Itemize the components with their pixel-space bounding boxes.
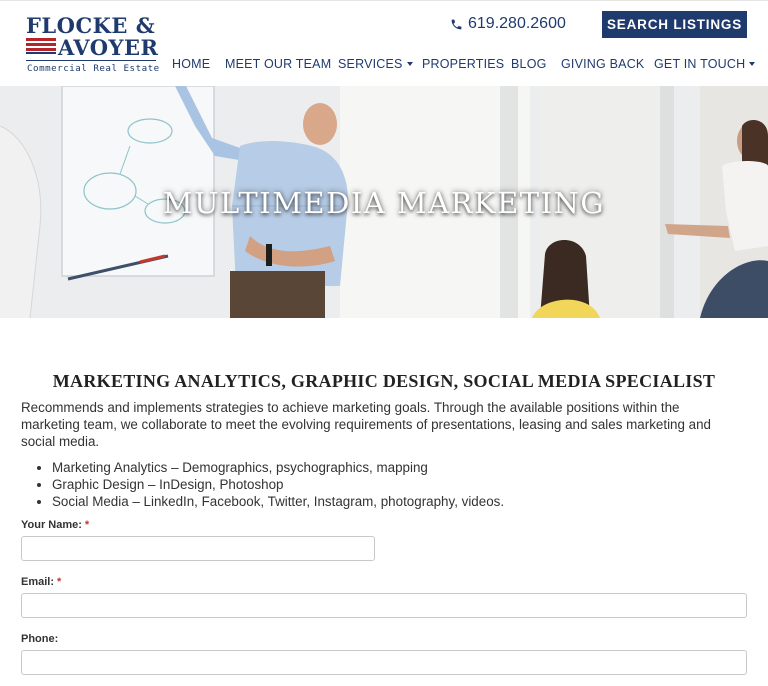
phone-icon	[451, 19, 462, 29]
required-marker: *	[84, 519, 90, 531]
phone-number: 619.280.2600	[468, 15, 566, 32]
intro-paragraph: Recommends and implements strategies to …	[21, 400, 711, 449]
services-list: Marketing Analytics – Demographics, psyc…	[37, 459, 742, 510]
nav-item-services-label: SERVICES	[338, 57, 403, 71]
list-item: Social Media – LinkedIn, Facebook, Twitt…	[37, 493, 742, 510]
section-heading: MARKETING ANALYTICS, GRAPHIC DESIGN, SOC…	[52, 371, 716, 391]
phone-field-label: Phone:	[21, 633, 58, 645]
main-nav: HOME MEET OUR TEAM SERVICES PROPERTIES B…	[0, 57, 768, 73]
email-field[interactable]	[21, 593, 747, 618]
name-field-label: Your Name: *	[21, 519, 89, 531]
chevron-down-icon	[749, 61, 756, 66]
chevron-down-icon	[406, 61, 413, 66]
phone-label-text: Phone:	[21, 633, 59, 645]
email-label-text: Email:	[21, 576, 55, 588]
name-label-text: Your Name:	[21, 519, 82, 531]
logo-flag-icon	[26, 37, 56, 54]
search-listings-button[interactable]: SEARCH LISTINGS	[602, 11, 747, 38]
nav-item-services[interactable]: SERVICES	[338, 57, 413, 73]
nav-item-blog[interactable]: BLOG	[511, 57, 547, 73]
hero-title: MULTIMEDIA MARKETING	[162, 186, 606, 220]
email-field-label: Email: *	[21, 576, 61, 588]
hero-banner: MULTIMEDIA MARKETING	[0, 86, 768, 318]
phone-field[interactable]	[21, 650, 747, 675]
nav-item-meet-our-team[interactable]: MEET OUR TEAM	[225, 57, 331, 73]
required-marker: *	[57, 576, 62, 588]
nav-item-get-in-touch-label: GET IN TOUCH	[654, 57, 746, 71]
site-header: FLOCKE & AVOYER Commercial Real Estate 6…	[0, 0, 768, 86]
name-field[interactable]	[21, 536, 375, 561]
nav-item-home[interactable]: HOME	[172, 57, 210, 73]
nav-item-giving-back[interactable]: GIVING BACK	[561, 57, 644, 73]
list-item: Graphic Design – InDesign, Photoshop	[37, 476, 742, 493]
nav-item-properties[interactable]: PROPERTIES	[422, 57, 504, 73]
header-phone-link[interactable]: 619.280.2600	[450, 14, 566, 34]
list-item: Marketing Analytics – Demographics, psyc…	[37, 459, 742, 476]
nav-item-get-in-touch[interactable]: GET IN TOUCH	[654, 57, 756, 73]
